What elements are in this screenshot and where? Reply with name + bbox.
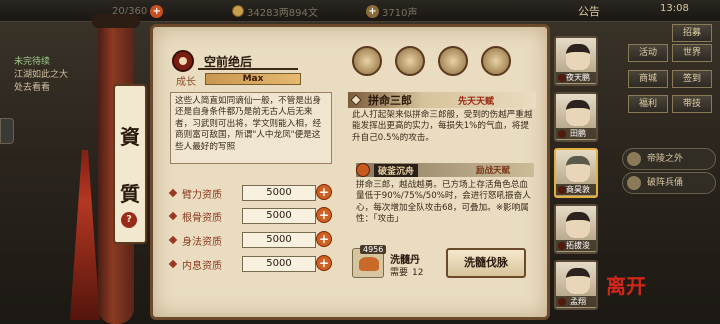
- diamond-icon: [168, 188, 178, 198]
- attribute-label: 臂力资质: [182, 189, 222, 201]
- growth-label: 成长: [176, 77, 196, 88]
- quest-pill-imperial-tomb[interactable]: 帝陵之外: [622, 148, 716, 170]
- sub-talent-header: 破釜沉舟 励战天赋: [356, 163, 534, 177]
- hero-name: 拓拔浚: [556, 240, 596, 251]
- trait-description: 这些人简直如同谪仙一般，不管是出身还是自身条件都乃是前无古人后无来者，习武则可出…: [170, 92, 332, 164]
- attribute-plus-button[interactable]: +: [316, 184, 332, 200]
- talent-type: 先天天赋: [458, 96, 495, 107]
- attribute-row: 根骨资质 5000 +: [168, 207, 332, 225]
- sub-talent-type: 励战天赋: [476, 166, 511, 176]
- hero-portrait: [566, 268, 590, 294]
- hero-card[interactable]: 田鹏: [554, 92, 598, 142]
- hero-card-selected[interactable]: 商昊敦: [554, 148, 598, 198]
- hero-name: 夜天鹏: [556, 72, 596, 83]
- quest-tracker[interactable]: 未完待续 江湖如此之大 处去看看: [0, 56, 98, 96]
- attribute-value: 5000: [242, 208, 316, 224]
- hero-name: 孟翔: [556, 296, 596, 307]
- left-expand-button[interactable]: [0, 118, 14, 144]
- activity-button[interactable]: 活动: [628, 44, 668, 62]
- notice-link[interactable]: 公告: [578, 3, 600, 19]
- quest-line-1: 江湖如此之大: [14, 70, 69, 80]
- need-value: 12: [412, 268, 424, 278]
- fame-value: 3710声: [382, 7, 418, 19]
- hero-portrait: [566, 100, 590, 126]
- signin-button[interactable]: 签到: [672, 70, 712, 88]
- quest-title: 未完待续: [14, 57, 51, 67]
- add-stamina-button[interactable]: +: [150, 4, 164, 18]
- quest-icon: [627, 176, 641, 190]
- growth-bar: Max: [205, 73, 301, 85]
- diamond-icon: [350, 94, 362, 106]
- attribute-plus-button[interactable]: +: [316, 207, 332, 223]
- attribute-plus-button[interactable]: +: [316, 231, 332, 247]
- skill-taiji-icon[interactable]: [438, 46, 468, 76]
- need-label: 需要: [390, 268, 409, 278]
- skill-body-icon[interactable]: [481, 46, 511, 76]
- quest-icon: [627, 152, 641, 166]
- attribute-row: 身法资质 5000 +: [168, 231, 332, 249]
- shop-button[interactable]: 商城: [628, 70, 668, 88]
- attribute-row: 内息资质 5000 +: [168, 255, 332, 273]
- fame-display: + 3710声: [366, 3, 417, 19]
- tab-char-2: 質: [120, 182, 140, 206]
- attribute-label: 内息资质: [182, 260, 222, 272]
- recruit-button[interactable]: 招募: [672, 24, 712, 42]
- attribute-value: 5000: [242, 185, 316, 201]
- wash-marrow-button[interactable]: 洗髓伐脉: [446, 248, 526, 278]
- coin-icon: [232, 5, 244, 17]
- pill-label: 破阵兵俑: [647, 178, 684, 188]
- quest-line-2: 处去看看: [14, 83, 51, 93]
- skill-scroll-icon[interactable]: [395, 46, 425, 76]
- sub-talent-name: 破釜沉舟: [374, 163, 419, 177]
- attribute-label: 身法资质: [182, 236, 222, 248]
- coins-display: 34283两894文: [232, 3, 318, 19]
- item-count: 4956: [360, 245, 387, 254]
- talent-description: 此人打起架来似拼命三郎般，受到的伤越严重越能发挥出更高的实力，每损失1%的气血，…: [352, 110, 533, 143]
- add-fame-button[interactable]: +: [366, 4, 379, 18]
- close-button[interactable]: 离开: [606, 270, 646, 299]
- attribute-row: 臂力资质 5000 +: [168, 184, 332, 202]
- item-requirement: 需要 12: [390, 265, 423, 278]
- help-button[interactable]: ?: [121, 212, 137, 228]
- world-button[interactable]: 世界: [672, 44, 712, 62]
- hero-name: 田鹏: [556, 128, 596, 139]
- trait-emblem-icon: [172, 50, 194, 72]
- tab-char-1: 資: [120, 125, 140, 149]
- diamond-icon: [168, 211, 178, 221]
- clock-time: 13:08: [660, 3, 689, 14]
- item-name: 洗髓丹: [390, 255, 420, 266]
- talent-name: 拼命三郎: [368, 94, 412, 107]
- hero-name: 商昊敦: [556, 184, 596, 195]
- skill-button[interactable]: 带技: [672, 95, 712, 113]
- attribute-label: 根骨资质: [182, 212, 222, 224]
- attribute-value: 5000: [242, 232, 316, 248]
- hero-portrait: [566, 44, 590, 70]
- quest-pill-terracotta[interactable]: 破阵兵俑: [622, 172, 716, 194]
- flame-icon: [356, 163, 370, 177]
- hero-card[interactable]: 夜天鹏: [554, 36, 598, 86]
- skill-portrait-icon[interactable]: [352, 46, 382, 76]
- sub-talent-description: 拼命三郎，越战越勇。已方场上存活角色总血量低于90%/75%/50%时，会进行怒…: [356, 180, 531, 225]
- attribute-plus-button[interactable]: +: [316, 255, 332, 271]
- skill-icon-row: [352, 46, 511, 76]
- hero-card[interactable]: 拓拔浚: [554, 204, 598, 254]
- hero-card[interactable]: 孟翔: [554, 260, 598, 310]
- coins-value: 34283两894文: [247, 7, 318, 19]
- hero-roster: 夜天鹏 田鹏 商昊敦 拓拔浚 孟翔: [552, 30, 600, 322]
- talent-header: 拼命三郎 先天天赋: [348, 92, 536, 108]
- diamond-icon: [168, 235, 178, 245]
- diamond-icon: [168, 259, 178, 269]
- welfare-button[interactable]: 福利: [628, 95, 668, 113]
- attribute-value: 5000: [242, 256, 316, 272]
- hero-portrait: [566, 156, 590, 182]
- hero-portrait: [566, 212, 590, 238]
- title-divider: [198, 68, 298, 70]
- pill-label: 帝陵之外: [647, 154, 684, 164]
